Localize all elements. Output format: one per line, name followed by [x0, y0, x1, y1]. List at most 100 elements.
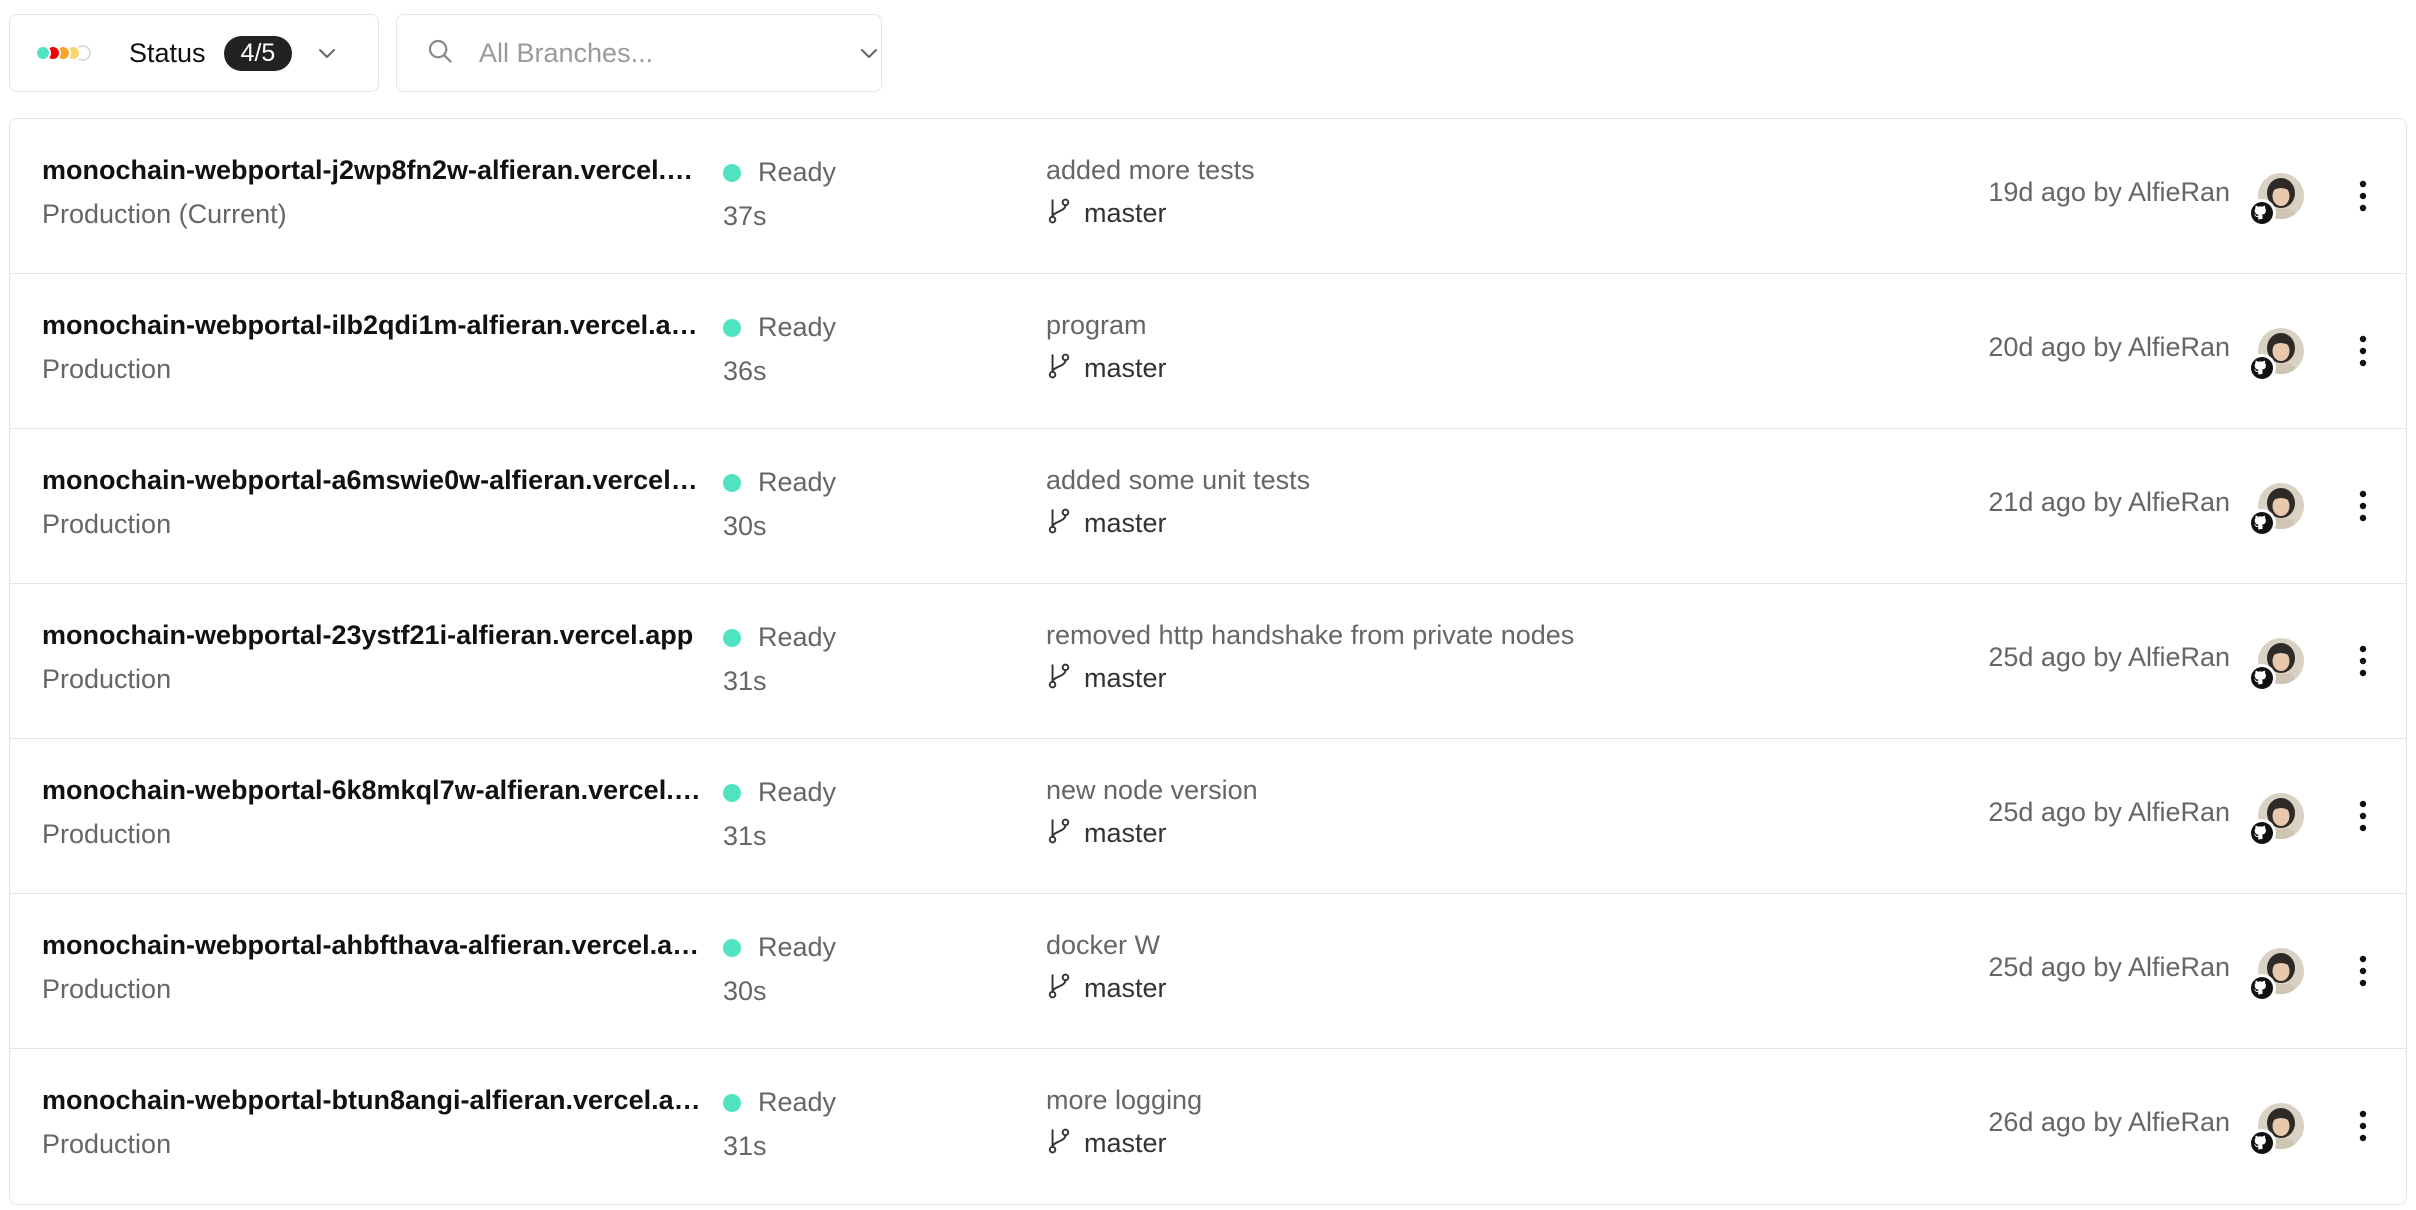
commit-message[interactable]: program — [1046, 310, 1147, 341]
deployment-age-author: 25d ago by AlfieRan — [1988, 952, 2230, 982]
branch-name: master — [1084, 818, 1167, 848]
deployment-url[interactable]: monochain-webportal-23ystf21i-alfieran.v… — [42, 620, 702, 651]
status-text: Ready — [758, 622, 837, 652]
status-dot-icon — [723, 318, 741, 337]
deployment-url[interactable]: monochain-webportal-btun8angi-alfieran.v… — [42, 1085, 702, 1116]
deployment-environment: Production (Current) — [42, 199, 287, 229]
author-avatar[interactable] — [2248, 483, 2306, 541]
status-dot-icon — [723, 163, 741, 182]
more-options-button[interactable] — [2348, 481, 2378, 531]
github-icon — [2248, 354, 2276, 382]
author-avatar[interactable] — [2248, 328, 2306, 386]
status-filter-dropdown[interactable]: Status 4/5 — [9, 14, 379, 92]
branch-info[interactable]: master — [1046, 1127, 1167, 1160]
deployment-url[interactable]: monochain-webportal-j2wp8fn2w-alfieran.v… — [42, 155, 702, 186]
deployment-environment: Production — [42, 1129, 172, 1159]
deployment-row[interactable]: monochain-webportal-btun8angi-alfieran.v… — [10, 1049, 2406, 1204]
deployment-list: monochain-webportal-j2wp8fn2w-alfieran.v… — [9, 118, 2407, 1205]
branch-info[interactable]: master — [1046, 972, 1167, 1005]
deployment-age-author: 26d ago by AlfieRan — [1988, 1107, 2230, 1137]
commit-message[interactable]: more logging — [1046, 1085, 1202, 1116]
status-dot-icon — [723, 783, 741, 802]
github-icon — [2248, 819, 2276, 847]
more-options-button[interactable] — [2348, 791, 2378, 841]
deployment-age-author: 19d ago by AlfieRan — [1988, 177, 2230, 207]
deployment-environment: Production — [42, 509, 172, 539]
more-vertical-icon — [2359, 955, 2367, 987]
branch-info[interactable]: master — [1046, 197, 1167, 230]
deployment-status: Ready — [723, 777, 836, 808]
deployment-url[interactable]: monochain-webportal-ilb2qdi1m-alfieran.v… — [42, 310, 702, 341]
git-branch-icon — [1046, 972, 1072, 1005]
deployment-row[interactable]: monochain-webportal-j2wp8fn2w-alfieran.v… — [10, 119, 2406, 274]
commit-message[interactable]: removed http handshake from private node… — [1046, 620, 1574, 651]
chevron-down-icon[interactable] — [857, 40, 881, 66]
more-vertical-icon — [2359, 645, 2367, 677]
git-branch-icon — [1046, 662, 1072, 695]
search-icon — [425, 36, 455, 71]
status-filter-label: Status — [129, 37, 206, 68]
github-icon — [2248, 1129, 2276, 1157]
status-count-badge: 4/5 — [223, 35, 293, 71]
more-vertical-icon — [2359, 335, 2367, 367]
deployment-age-author: 21d ago by AlfieRan — [1988, 487, 2230, 517]
author-avatar[interactable] — [2248, 1103, 2306, 1161]
deployment-row[interactable]: monochain-webportal-23ystf21i-alfieran.v… — [10, 584, 2406, 739]
build-duration: 31s — [723, 821, 767, 851]
branch-info[interactable]: master — [1046, 817, 1167, 850]
more-options-button[interactable] — [2348, 636, 2378, 686]
author-avatar[interactable] — [2248, 793, 2306, 851]
github-icon — [2248, 664, 2276, 692]
commit-message[interactable]: docker W — [1046, 930, 1160, 961]
deployment-row[interactable]: monochain-webportal-a6mswie0w-alfieran.v… — [10, 429, 2406, 584]
github-icon — [2248, 509, 2276, 537]
git-branch-icon — [1046, 817, 1072, 850]
more-vertical-icon — [2359, 490, 2367, 522]
deployment-status: Ready — [723, 467, 836, 498]
more-options-button[interactable] — [2348, 326, 2378, 376]
build-duration: 31s — [723, 666, 767, 696]
branch-name: master — [1084, 973, 1167, 1003]
deployment-status: Ready — [723, 312, 836, 343]
status-dot-icon — [723, 938, 741, 957]
branch-filter[interactable] — [396, 14, 882, 92]
commit-message[interactable]: added more tests — [1046, 155, 1255, 186]
branch-search-input[interactable] — [477, 36, 835, 70]
deployment-status: Ready — [723, 932, 836, 963]
deployment-age-author: 25d ago by AlfieRan — [1988, 797, 2230, 827]
chevron-down-icon — [314, 40, 340, 66]
status-text: Ready — [758, 157, 837, 187]
deployment-url[interactable]: monochain-webportal-ahbfthava-alfieran.v… — [42, 930, 702, 961]
build-duration: 37s — [723, 201, 767, 231]
author-avatar[interactable] — [2248, 173, 2306, 231]
more-vertical-icon — [2359, 800, 2367, 832]
git-branch-icon — [1046, 197, 1072, 230]
branch-name: master — [1084, 1128, 1167, 1158]
filter-toolbar: Status 4/5 — [9, 14, 882, 94]
deployment-url[interactable]: monochain-webportal-6k8mkql7w-alfieran.v… — [42, 775, 702, 806]
branch-info[interactable]: master — [1046, 507, 1167, 540]
deployment-age-author: 25d ago by AlfieRan — [1988, 642, 2230, 672]
status-text: Ready — [758, 467, 837, 497]
commit-message[interactable]: added some unit tests — [1046, 465, 1310, 496]
build-duration: 30s — [723, 976, 767, 1006]
branch-info[interactable]: master — [1046, 662, 1167, 695]
github-icon — [2248, 974, 2276, 1002]
github-icon — [2248, 199, 2276, 227]
deployment-row[interactable]: monochain-webportal-6k8mkql7w-alfieran.v… — [10, 739, 2406, 894]
author-avatar[interactable] — [2248, 638, 2306, 696]
more-options-button[interactable] — [2348, 946, 2378, 996]
more-vertical-icon — [2359, 180, 2367, 212]
status-text: Ready — [758, 777, 837, 807]
deployment-row[interactable]: monochain-webportal-ilb2qdi1m-alfieran.v… — [10, 274, 2406, 429]
deployment-row[interactable]: monochain-webportal-ahbfthava-alfieran.v… — [10, 894, 2406, 1049]
status-dot-icon — [723, 1093, 741, 1112]
status-dot-icon — [723, 628, 741, 647]
more-options-button[interactable] — [2348, 171, 2378, 221]
commit-message[interactable]: new node version — [1046, 775, 1258, 806]
deployment-url[interactable]: monochain-webportal-a6mswie0w-alfieran.v… — [42, 465, 702, 496]
author-avatar[interactable] — [2248, 948, 2306, 1006]
more-options-button[interactable] — [2348, 1101, 2378, 1151]
branch-info[interactable]: master — [1046, 352, 1167, 385]
deployment-age-author: 20d ago by AlfieRan — [1988, 332, 2230, 362]
